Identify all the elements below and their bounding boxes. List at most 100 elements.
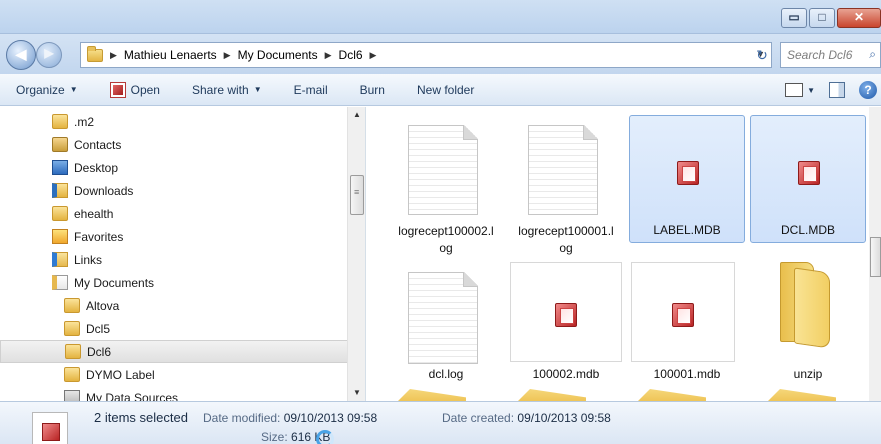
- selection-count: 2 items selected: [94, 410, 188, 425]
- links-icon: [52, 252, 68, 267]
- nav-item-label: My Data Sources: [86, 390, 179, 402]
- nav-item-label: Contacts: [74, 137, 122, 152]
- data-sources-icon: [64, 390, 80, 401]
- nav-item-favorites[interactable]: Favorites: [0, 225, 348, 248]
- breadcrumb-user[interactable]: Mathieu Lenaerts: [124, 48, 217, 62]
- folder-item[interactable]: unzip: [750, 262, 866, 392]
- forward-button[interactable]: ▶: [36, 42, 62, 68]
- scroll-down-icon[interactable]: ▼: [348, 385, 366, 401]
- change-view-icon[interactable]: [785, 83, 804, 97]
- search-input[interactable]: Search Dcl6 ⌕: [780, 42, 881, 68]
- text-file-icon: [528, 125, 598, 215]
- nav-item-links[interactable]: Links: [0, 248, 348, 271]
- nav-item-downloads[interactable]: Downloads: [0, 179, 348, 202]
- back-button[interactable]: ◀: [6, 40, 36, 70]
- chevron-down-icon: ▼: [69, 85, 78, 94]
- preview-pane-icon[interactable]: [829, 82, 845, 98]
- date-modified-label: Date modified:: [203, 411, 281, 425]
- database-thumbnail: [650, 126, 726, 216]
- date-created-value: 09/10/2013 09:58: [517, 411, 611, 425]
- refresh-button[interactable]: ↻: [750, 43, 774, 67]
- access-database-icon: [555, 303, 577, 327]
- nav-item-label: Altova: [86, 298, 120, 313]
- nav-item-m2[interactable]: .m2: [0, 110, 348, 133]
- navigation-pane: .m2 Contacts Desktop Downloads ehealth Favori…: [0, 107, 366, 401]
- chevron-right-icon[interactable]: ▶: [325, 50, 332, 61]
- chevron-down-icon[interactable]: ▼: [807, 86, 815, 95]
- share-with-button[interactable]: Share with ▼: [176, 83, 278, 97]
- help-icon[interactable]: ?: [859, 81, 877, 99]
- folder-icon: [65, 344, 81, 359]
- text-file-icon: [408, 272, 478, 364]
- file-name: logrecept100001.l: [518, 224, 614, 238]
- nav-item-dymo-label[interactable]: DYMO Label: [0, 363, 348, 386]
- nav-scrollbar[interactable]: ▲ ▼: [347, 107, 365, 401]
- content-scrollbar[interactable]: [869, 107, 881, 401]
- title-bar: ▭ □ ✕: [0, 0, 881, 34]
- folder-icon: [52, 114, 68, 129]
- chevron-right-icon[interactable]: ▶: [110, 50, 117, 61]
- details-pane: 2 items selected Date modified: 09/10/20…: [0, 401, 881, 444]
- nav-item-desktop[interactable]: Desktop: [0, 156, 348, 179]
- chevron-right-icon[interactable]: ▶: [370, 50, 377, 61]
- breadcrumb-dcl6[interactable]: Dcl6: [339, 48, 363, 62]
- burn-button[interactable]: Burn: [344, 83, 401, 97]
- maximize-icon: □: [818, 10, 826, 24]
- minimize-icon: ▭: [788, 10, 800, 24]
- nav-item-label: .m2: [74, 114, 95, 129]
- close-button[interactable]: ✕: [837, 8, 881, 28]
- nav-item-label: Downloads: [74, 183, 134, 198]
- address-row: ◀ ▶ ▶ Mathieu Lenaerts ▶ My Documents ▶ …: [0, 34, 881, 74]
- organize-button[interactable]: Organize ▼: [0, 83, 94, 97]
- file-name: og: [439, 241, 453, 255]
- nav-item-dcl6[interactable]: Dcl6: [0, 340, 348, 363]
- new-folder-button[interactable]: New folder: [401, 83, 490, 97]
- nav-item-label: Favorites: [74, 229, 124, 244]
- close-icon: ✕: [853, 10, 865, 24]
- chevron-right-icon[interactable]: ▶: [224, 50, 231, 61]
- file-item[interactable]: logrecept100002.l og: [388, 115, 504, 265]
- minimize-button[interactable]: ▭: [781, 8, 807, 28]
- search-icon[interactable]: ⌕: [869, 47, 876, 62]
- file-item[interactable]: dcl.log: [388, 262, 504, 392]
- nav-item-label: Dcl5: [86, 321, 111, 336]
- open-button[interactable]: Open: [94, 81, 176, 98]
- nav-item-contacts[interactable]: Contacts: [0, 133, 348, 156]
- window-controls: ▭ □ ✕: [779, 8, 881, 30]
- email-button[interactable]: E-mail: [278, 83, 344, 97]
- scroll-up-icon[interactable]: ▲: [348, 107, 366, 123]
- nav-item-ehealth[interactable]: ehealth: [0, 202, 348, 225]
- desktop-icon: [52, 160, 68, 175]
- file-item[interactable]: logrecept100001.l og: [508, 115, 624, 265]
- folder-icon: [52, 206, 68, 221]
- access-app-icon: [109, 81, 126, 98]
- organize-label: Organize: [16, 82, 65, 97]
- file-item-selected[interactable]: LABEL.MDB: [629, 115, 745, 243]
- nav-item-label: ehealth: [74, 206, 114, 221]
- file-item[interactable]: 100001.mdb: [629, 262, 745, 392]
- nav-item-label: DYMO Label: [86, 367, 155, 382]
- nav-item-altova[interactable]: Altova: [0, 294, 348, 317]
- nav-item-my-documents[interactable]: My Documents: [0, 271, 348, 294]
- downloads-icon: [52, 183, 68, 198]
- nav-item-my-data-sources[interactable]: My Data Sources: [0, 386, 348, 401]
- file-name: 100002.mdb: [532, 367, 600, 381]
- scrollbar-thumb[interactable]: [350, 175, 364, 215]
- nav-item-label: My Documents: [74, 275, 155, 290]
- date-modified-value: 09/10/2013 09:58: [283, 411, 378, 425]
- address-bar[interactable]: ▶ Mathieu Lenaerts ▶ My Documents ▶ Dcl6…: [80, 42, 772, 68]
- nav-item-dcl5[interactable]: Dcl5: [0, 317, 348, 340]
- file-name: DCL.MDB: [780, 223, 835, 237]
- text-file-icon: [408, 125, 478, 215]
- folder-icon: [64, 298, 80, 313]
- documents-icon: [52, 275, 68, 290]
- maximize-button[interactable]: □: [809, 8, 835, 28]
- file-item[interactable]: 100002.mdb: [508, 262, 624, 392]
- contacts-icon: [52, 137, 68, 152]
- breadcrumb-my-documents[interactable]: My Documents: [238, 48, 318, 62]
- file-name: logrecept100002.l: [398, 224, 494, 238]
- scrollbar-thumb[interactable]: [870, 237, 881, 277]
- size-label: Size:: [261, 430, 288, 444]
- file-item-selected[interactable]: DCL.MDB: [750, 115, 866, 243]
- file-name: og: [559, 241, 573, 255]
